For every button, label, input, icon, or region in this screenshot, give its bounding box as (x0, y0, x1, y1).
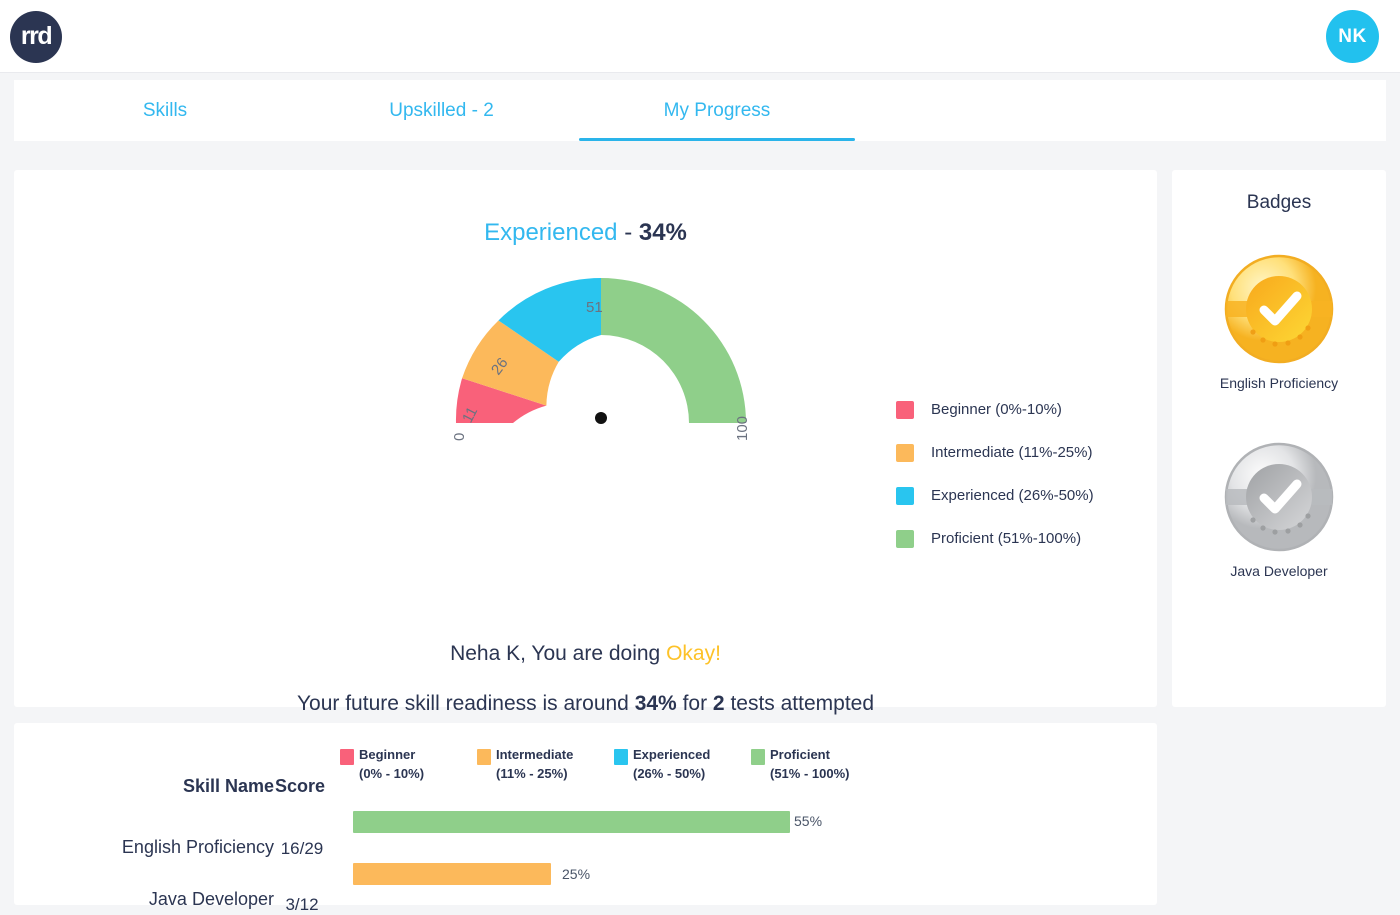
legend-label-beginner: Beginner (0%-10%) (931, 401, 1062, 418)
table-legend-range-experienced: (26% - 50%) (633, 766, 706, 781)
table-legend-name-experienced: Experienced (633, 747, 711, 762)
row-progress-bar (353, 811, 790, 833)
avatar-initials: NK (1338, 25, 1367, 47)
table-legend-swatch-intermediate (477, 749, 491, 765)
encouragement-highlight: Okay! (666, 642, 721, 665)
table-legend: Beginner (0% - 10%) Intermediate (11% - … (340, 747, 900, 797)
badge-java-developer[interactable]: Java Developer (1172, 442, 1386, 579)
progress-card: Experienced - 34% 0 11 26 51 100 Beginne… (14, 170, 1157, 840)
gauge-arc-proficient (601, 278, 746, 423)
row-percent-label: 55% (794, 813, 823, 829)
tab-skills[interactable]: Skills (76, 80, 254, 141)
row-percent-label: 25% (562, 866, 591, 882)
encouragement-message: Neha K, You are doing Okay! (14, 642, 1157, 666)
row-progress-bar (353, 863, 551, 885)
avatar[interactable]: NK (1326, 10, 1379, 63)
badge-label-java-developer: Java Developer (1230, 563, 1328, 579)
legend-label-proficient: Proficient (51%-100%) (931, 530, 1082, 547)
legend-swatch-experienced (896, 486, 914, 505)
readiness-suffix: tests attempted (724, 692, 875, 715)
tab-upskilled-label: Upskilled - 2 (389, 99, 494, 121)
gauge-separator: - (624, 219, 633, 246)
tab-my-progress[interactable]: My Progress (579, 80, 855, 141)
gauge-chart: 0 11 26 51 100 (429, 258, 774, 441)
gold-badge-icon (1224, 254, 1334, 364)
row-score: 16/29 (280, 839, 324, 858)
badges-title: Badges (1246, 192, 1312, 213)
tab-my-progress-label: My Progress (663, 99, 771, 121)
skills-table-card: Skill Name Score Beginner (0% - 10%) Int… (14, 723, 1157, 914)
legend-label-experienced: Experienced (26%-50%) (931, 487, 1094, 504)
readiness-percent: 34% (634, 692, 677, 715)
table-legend-range-proficient: (51% - 100%) (770, 766, 850, 781)
row-score: 3/12 (285, 895, 319, 914)
gauge-percent-label: 34% (638, 219, 687, 246)
gauge-tick-0: 0 (451, 432, 468, 441)
legend-swatch-intermediate (896, 443, 914, 462)
legend-swatch-beginner (896, 400, 914, 419)
table-legend-range-intermediate: (11% - 25%) (496, 766, 568, 781)
table-legend-swatch-proficient (751, 749, 765, 765)
top-bar: rrd NK (0, 0, 1400, 73)
tab-upskilled[interactable]: Upskilled - 2 (304, 80, 579, 141)
legend-item-intermediate: Intermediate (11%-25%) (896, 431, 1136, 474)
readiness-prefix: Your future skill readiness is around (296, 692, 635, 715)
readiness-message: Your future skill readiness is around 34… (14, 692, 1157, 716)
table-legend-range-beginner: (0% - 10%) (359, 766, 425, 781)
badge-label-english-proficiency: English Proficiency (1219, 375, 1339, 391)
legend-item-proficient: Proficient (51%-100%) (896, 517, 1136, 560)
legend-item-experienced: Experienced (26%-50%) (896, 474, 1136, 517)
tab-skills-label: Skills (142, 99, 188, 121)
badges-card: Badges English Proficiency Java Develope… (1172, 170, 1386, 707)
logo-text: rrd (20, 21, 53, 50)
legend-label-intermediate: Intermediate (11%-25%) (931, 444, 1093, 461)
gauge-svg (455, 278, 746, 424)
silver-badge-icon (1224, 442, 1334, 552)
app-logo[interactable]: rrd (10, 11, 62, 63)
table-legend-name-beginner: Beginner (359, 747, 416, 762)
gauge-title: Experienced - 34% (14, 219, 1157, 247)
gauge-level-label: Experienced (484, 219, 618, 246)
table-legend-swatch-experienced (614, 749, 628, 765)
gauge-needle-hub (595, 412, 607, 424)
legend-item-beginner: Beginner (0%-10%) (896, 388, 1136, 431)
gauge-legend: Beginner (0%-10%) Intermediate (11%-25%)… (896, 388, 1136, 560)
readiness-mid: for (676, 692, 713, 715)
encouragement-prefix: Neha K, You are doing (450, 642, 667, 665)
row-skill-name: Java Developer (148, 889, 274, 909)
gauge-tick-51: 51 (586, 299, 603, 316)
table-legend-swatch-beginner (340, 749, 354, 765)
gauge-tick-100: 100 (734, 415, 751, 441)
readiness-tests-count: 2 (712, 692, 725, 715)
column-header-skill-name: Skill Name (182, 776, 274, 796)
column-header-score: Score (274, 776, 326, 796)
row-skill-name: English Proficiency (121, 837, 274, 857)
legend-swatch-proficient (896, 529, 914, 548)
badge-english-proficiency[interactable]: English Proficiency (1172, 254, 1386, 391)
tab-bar: Skills Upskilled - 2 My Progress (14, 80, 1386, 141)
table-legend-name-intermediate: Intermediate (496, 747, 574, 762)
table-legend-name-proficient: Proficient (770, 747, 830, 762)
